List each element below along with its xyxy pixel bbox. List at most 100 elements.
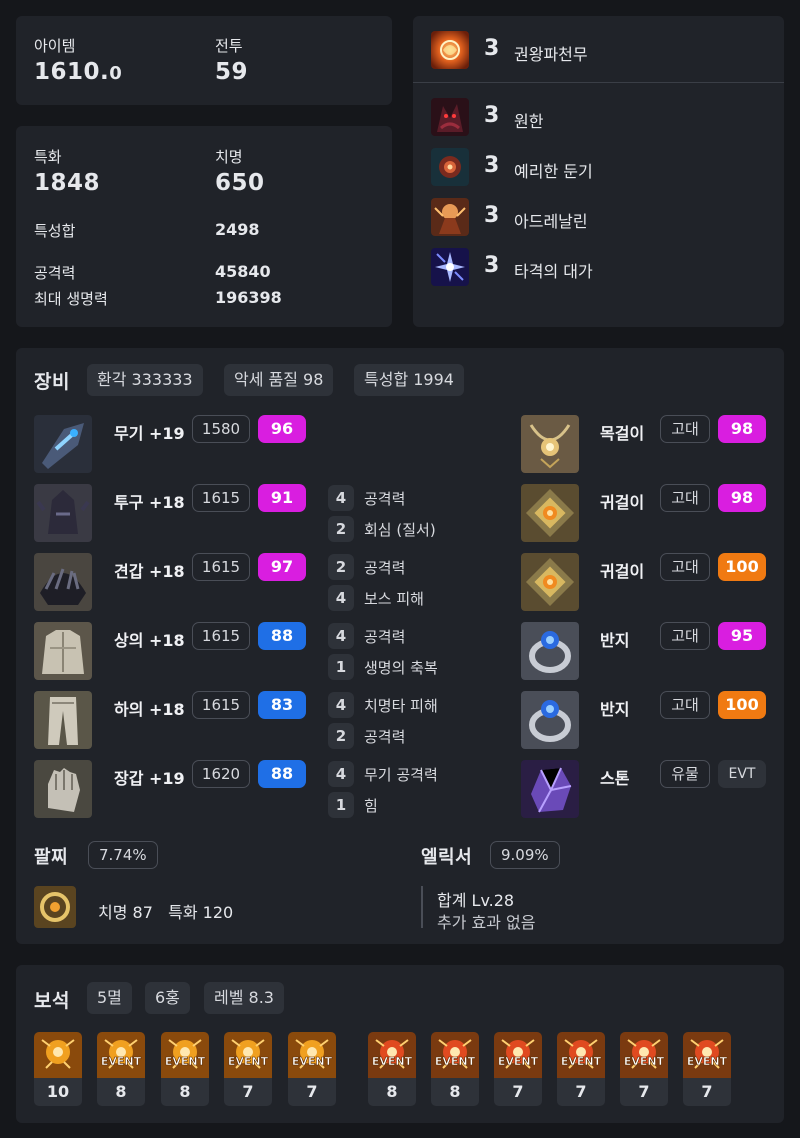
gem-level: 8 — [431, 1078, 479, 1106]
ring-icon — [521, 622, 579, 680]
grudge-demon-icon — [431, 98, 469, 136]
engraving-name: 원한 — [514, 112, 544, 131]
gem-level: 7 — [557, 1078, 605, 1106]
accessory-row[interactable]: 스톤 유물 EVT — [521, 759, 781, 819]
helmet-icon — [34, 484, 92, 542]
gem-slot[interactable]: EVENT 7 — [683, 1032, 731, 1106]
gems-card: 보석 5멸 6홍 레벨 8.3 10 EVENT 8 EVENT 8 EVENT… — [16, 965, 784, 1123]
gem-slot[interactable]: EVENT 7 — [224, 1032, 272, 1106]
armor-name: 투구 +18 — [114, 493, 185, 512]
item-level-frac: 0 — [109, 63, 123, 84]
effect-name: 회심 (질서) — [364, 521, 436, 539]
armor-row[interactable]: 무기 +19 1580 96 — [16, 414, 486, 474]
item-level-value: 1610.0 — [34, 59, 122, 85]
engraving-name: 권왕파천무 — [514, 45, 588, 64]
accessory-quality: 100 — [718, 553, 766, 581]
accessory-row[interactable]: 반지 고대 95 — [521, 621, 781, 681]
elixir-total: 합계 Lv.28 — [437, 891, 515, 910]
spec-value: 1848 — [34, 170, 101, 196]
armor-item-level: 1615 — [192, 553, 250, 581]
engravings-card: 3 권왕파천무 3 원한 3 예리한 둔기 3 아드레날린 3 타격의 대가 — [413, 16, 784, 327]
chest-armor-icon — [34, 622, 92, 680]
svg-text:EVENT: EVENT — [624, 1055, 665, 1068]
combat-level-value: 59 — [215, 59, 249, 85]
effect-level: 1 — [328, 792, 354, 818]
svg-text:EVENT: EVENT — [687, 1055, 728, 1068]
accessory-quality: 98 — [718, 484, 766, 512]
divider — [413, 82, 784, 83]
gem-level: 10 — [34, 1078, 82, 1106]
svg-text:EVENT: EVENT — [498, 1055, 539, 1068]
bracelet-effects: 치명 87 특화 120 — [98, 903, 234, 922]
gems-chip-cooldown: 6홍 — [145, 982, 190, 1014]
effect-level: 4 — [328, 585, 354, 611]
accessory-grade: 고대 — [660, 691, 710, 719]
accessory-grade: 고대 — [660, 484, 710, 512]
armor-quality: 88 — [258, 760, 306, 788]
gem-slot[interactable]: EVENT 7 — [620, 1032, 668, 1106]
accessory-row[interactable]: 반지 고대 100 — [521, 690, 781, 750]
damage-gem-icon — [34, 1032, 82, 1078]
gem-level: 7 — [683, 1078, 731, 1106]
max-hp-value: 196398 — [215, 288, 282, 307]
armor-row[interactable]: 장갑 +19 1620 88 4 무기 공격력 1 힘 — [16, 759, 486, 819]
svg-text:EVENT: EVENT — [292, 1055, 333, 1068]
gem-slot[interactable]: EVENT 8 — [368, 1032, 416, 1106]
engraving-row[interactable]: 3 원한 — [413, 96, 784, 140]
armor-row[interactable]: 투구 +18 1615 91 4 공격력 2 회심 (질서) — [16, 483, 486, 543]
total-stat-label: 특성합 — [34, 222, 76, 240]
gem-slot[interactable]: EVENT 8 — [161, 1032, 209, 1106]
armor-item-level: 1615 — [192, 691, 250, 719]
engraving-name: 예리한 둔기 — [514, 162, 593, 181]
cooldown-gem-icon: EVENT — [683, 1032, 731, 1078]
armor-item-level: 1615 — [192, 484, 250, 512]
gem-slot[interactable]: EVENT 7 — [557, 1032, 605, 1106]
effect-name: 보스 피해 — [364, 590, 424, 608]
gem-slot[interactable]: EVENT 7 — [288, 1032, 336, 1106]
accessory-grade: 고대 — [660, 553, 710, 581]
armor-quality: 83 — [258, 691, 306, 719]
accessory-row[interactable]: 귀걸이 고대 100 — [521, 552, 781, 612]
bracelet-icon[interactable] — [34, 886, 76, 928]
svg-text:EVENT: EVENT — [165, 1055, 206, 1068]
accessory-name: 귀걸이 — [600, 562, 645, 581]
gem-level: 7 — [288, 1078, 336, 1106]
cooldown-gem-icon: EVENT — [431, 1032, 479, 1078]
armor-item-level: 1580 — [192, 415, 250, 443]
effect-level: 4 — [328, 692, 354, 718]
engraving-level: 3 — [484, 103, 500, 128]
gem-slot[interactable]: EVENT 7 — [494, 1032, 542, 1106]
effect-level: 1 — [328, 654, 354, 680]
weapon-gauntlet-icon — [34, 415, 92, 473]
effect-level: 2 — [328, 554, 354, 580]
accessory-row[interactable]: 목걸이 고대 98 — [521, 414, 781, 474]
engraving-row[interactable]: 3 아드레날린 — [413, 196, 784, 240]
damage-gem-icon: EVENT — [224, 1032, 272, 1078]
svg-text:EVENT: EVENT — [372, 1055, 413, 1068]
armor-row[interactable]: 하의 +18 1615 83 4 치명타 피해 2 공격력 — [16, 690, 486, 750]
damage-gem-icon: EVENT — [161, 1032, 209, 1078]
engraving-row[interactable]: 3 예리한 둔기 — [413, 146, 784, 190]
damage-gem-icon: EVENT — [288, 1032, 336, 1078]
max-hp-label: 최대 생명력 — [34, 290, 108, 308]
gem-level: 8 — [368, 1078, 416, 1106]
gem-slot[interactable]: 10 — [34, 1032, 82, 1106]
engraving-level: 3 — [484, 253, 500, 278]
svg-text:EVENT: EVENT — [435, 1055, 476, 1068]
keen-blunt-icon — [431, 148, 469, 186]
engraving-row[interactable]: 3 타격의 대가 — [413, 246, 784, 290]
accessory-grade: 고대 — [660, 622, 710, 650]
ability-stone-icon — [521, 760, 579, 818]
armor-row[interactable]: 상의 +18 1615 88 4 공격력 1 생명의 축복 — [16, 621, 486, 681]
armor-row[interactable]: 견갑 +18 1615 97 2 공격력 4 보스 피해 — [16, 552, 486, 612]
elixir-percent: 9.09% — [490, 841, 560, 869]
equipment-chip-transcend: 환각 333333 — [87, 364, 203, 396]
gem-slot[interactable]: EVENT 8 — [97, 1032, 145, 1106]
leg-armor-icon — [34, 691, 92, 749]
engraving-level: 3 — [484, 36, 500, 61]
accessory-row[interactable]: 귀걸이 고대 98 — [521, 483, 781, 543]
gem-slot[interactable]: EVENT 8 — [431, 1032, 479, 1106]
earring-icon — [521, 553, 579, 611]
engraving-row[interactable]: 3 권왕파천무 — [413, 16, 784, 82]
attack-power-value: 45840 — [215, 262, 271, 281]
